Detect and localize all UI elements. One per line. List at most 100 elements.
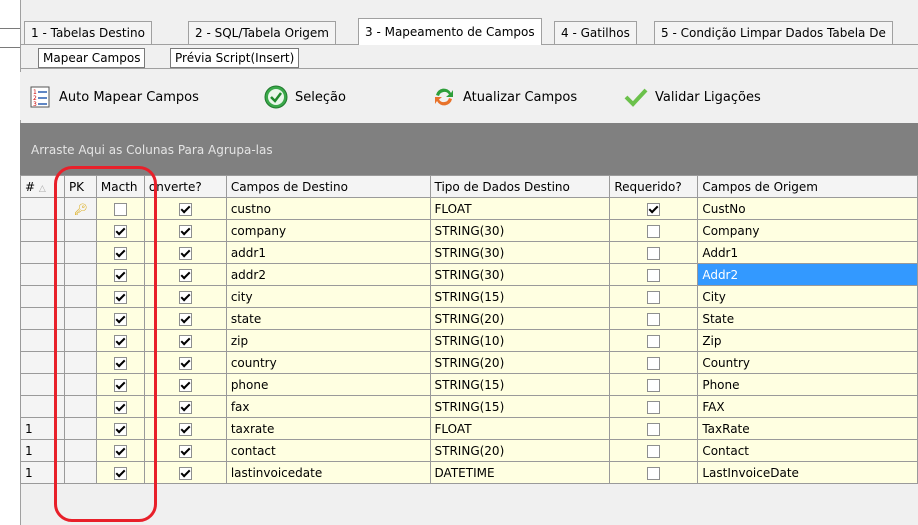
auto-map-button[interactable]: 1 2 3 Auto Mapear Campos xyxy=(28,84,199,110)
tab-sql-tabela-origem[interactable]: 2 - SQL/Tabela Origem xyxy=(188,21,336,44)
convert-checkbox[interactable] xyxy=(178,422,192,436)
origin-field-cell[interactable]: Company xyxy=(697,219,918,242)
dest-type-cell[interactable]: STRING(15) xyxy=(429,285,611,308)
convert-checkbox[interactable] xyxy=(178,268,192,282)
header-pk[interactable]: PK xyxy=(63,175,97,198)
dest-field-cell[interactable]: lastinvoicedate xyxy=(225,461,431,484)
match-checkbox[interactable] xyxy=(113,334,127,348)
match-checkbox[interactable] xyxy=(113,246,127,260)
required-checkbox[interactable] xyxy=(647,202,661,216)
dest-field-cell[interactable]: phone xyxy=(225,373,431,396)
convert-checkbox[interactable] xyxy=(178,224,192,238)
table-row[interactable]: zip STRING(10) Zip xyxy=(20,329,918,352)
table-row[interactable]: phone STRING(15) Phone xyxy=(20,373,918,396)
table-row[interactable]: 1 taxrate FLOAT TaxRate xyxy=(20,417,918,440)
header-match[interactable]: Macth xyxy=(95,175,145,198)
dest-field-cell[interactable]: country xyxy=(225,351,431,374)
convert-checkbox[interactable] xyxy=(178,444,192,458)
required-checkbox[interactable] xyxy=(647,334,661,348)
match-checkbox[interactable] xyxy=(113,312,127,326)
refresh-fields-button[interactable]: Atualizar Campos xyxy=(432,84,577,110)
tab-gatilhos[interactable]: 4 - Gatilhos xyxy=(554,21,637,44)
required-checkbox[interactable] xyxy=(647,422,661,436)
dest-type-cell[interactable]: DATETIME xyxy=(429,461,611,484)
table-row[interactable]: 1 lastinvoicedate DATETIME LastInvoiceDate xyxy=(20,461,918,484)
required-checkbox[interactable] xyxy=(647,356,661,370)
tab-condicao-limpar[interactable]: 5 - Condição Limpar Dados Tabela De xyxy=(654,21,893,44)
origin-field-cell[interactable]: Country xyxy=(697,351,918,374)
match-checkbox[interactable] xyxy=(113,466,127,480)
dest-field-cell[interactable]: custno xyxy=(225,197,431,220)
origin-field-cell[interactable]: City xyxy=(697,285,918,308)
match-checkbox[interactable] xyxy=(113,444,127,458)
origin-field-cell[interactable]: Addr2 xyxy=(697,263,918,286)
dest-type-cell[interactable]: STRING(10) xyxy=(429,329,611,352)
dest-field-cell[interactable]: taxrate xyxy=(225,417,431,440)
header-required[interactable]: Requerido? xyxy=(609,175,699,198)
required-checkbox[interactable] xyxy=(647,444,661,458)
required-checkbox[interactable] xyxy=(647,290,661,304)
table-row[interactable]: fax STRING(15) FAX xyxy=(20,395,918,418)
dest-field-cell[interactable]: contact xyxy=(225,439,431,462)
dest-field-cell[interactable]: addr2 xyxy=(225,263,431,286)
dest-type-cell[interactable]: STRING(30) xyxy=(429,219,611,242)
convert-checkbox[interactable] xyxy=(178,356,192,370)
match-checkbox[interactable] xyxy=(113,378,127,392)
match-checkbox[interactable] xyxy=(113,224,127,238)
table-row[interactable]: 🔑︎ custno FLOAT CustNo xyxy=(20,197,918,220)
selection-button[interactable]: Seleção xyxy=(264,84,346,110)
origin-field-cell[interactable]: CustNo xyxy=(697,197,918,220)
required-checkbox[interactable] xyxy=(647,400,661,414)
match-checkbox[interactable] xyxy=(113,202,127,216)
match-checkbox[interactable] xyxy=(113,268,127,282)
group-by-panel[interactable]: Arraste Aqui as Colunas Para Agrupa-las xyxy=(20,123,918,175)
header-dest-fields[interactable]: Campos de Destino xyxy=(225,175,431,198)
dest-field-cell[interactable]: zip xyxy=(225,329,431,352)
origin-field-cell[interactable]: Addr1 xyxy=(697,241,918,264)
dest-field-cell[interactable]: state xyxy=(225,307,431,330)
dest-type-cell[interactable]: STRING(20) xyxy=(429,351,611,374)
dest-type-cell[interactable]: STRING(15) xyxy=(429,395,611,418)
tab-tabelas-destino[interactable]: 1 - Tabelas Destino xyxy=(24,21,152,44)
dest-type-cell[interactable]: STRING(30) xyxy=(429,263,611,286)
table-row[interactable]: country STRING(20) Country xyxy=(20,351,918,374)
dest-type-cell[interactable]: STRING(20) xyxy=(429,439,611,462)
table-row[interactable]: addr1 STRING(30) Addr1 xyxy=(20,241,918,264)
match-checkbox[interactable] xyxy=(113,290,127,304)
convert-checkbox[interactable] xyxy=(178,290,192,304)
required-checkbox[interactable] xyxy=(647,224,661,238)
table-row[interactable]: city STRING(15) City xyxy=(20,285,918,308)
subtab-previa-script[interactable]: Prévia Script(Insert) xyxy=(170,48,300,68)
header-dest-type[interactable]: Tipo de Dados Destino xyxy=(429,175,611,198)
convert-checkbox[interactable] xyxy=(178,400,192,414)
dest-field-cell[interactable]: fax xyxy=(225,395,431,418)
validate-links-button[interactable]: Validar Ligações xyxy=(624,84,761,110)
dest-field-cell[interactable]: company xyxy=(225,219,431,242)
subtab-mapear-campos[interactable]: Mapear Campos xyxy=(38,48,146,68)
left-panel-field[interactable] xyxy=(0,28,20,48)
convert-checkbox[interactable] xyxy=(178,334,192,348)
origin-field-cell[interactable]: Contact xyxy=(697,439,918,462)
convert-checkbox[interactable] xyxy=(178,466,192,480)
header-convert[interactable]: onverte? xyxy=(143,175,227,198)
required-checkbox[interactable] xyxy=(647,312,661,326)
match-checkbox[interactable] xyxy=(113,422,127,436)
dest-type-cell[interactable]: STRING(30) xyxy=(429,241,611,264)
table-row[interactable]: state STRING(20) State xyxy=(20,307,918,330)
origin-field-cell[interactable]: State xyxy=(697,307,918,330)
origin-field-cell[interactable]: LastInvoiceDate xyxy=(697,461,918,484)
dest-type-cell[interactable]: FLOAT xyxy=(429,417,611,440)
required-checkbox[interactable] xyxy=(647,268,661,282)
header-row-number[interactable]: # △ xyxy=(20,175,65,198)
convert-checkbox[interactable] xyxy=(178,312,192,326)
dest-field-cell[interactable]: city xyxy=(225,285,431,308)
convert-checkbox[interactable] xyxy=(178,378,192,392)
table-row[interactable]: addr2 STRING(30) Addr2 xyxy=(20,263,918,286)
match-checkbox[interactable] xyxy=(113,400,127,414)
convert-checkbox[interactable] xyxy=(178,246,192,260)
dest-type-cell[interactable]: STRING(20) xyxy=(429,307,611,330)
required-checkbox[interactable] xyxy=(647,378,661,392)
required-checkbox[interactable] xyxy=(647,246,661,260)
dest-type-cell[interactable]: FLOAT xyxy=(429,197,611,220)
table-row[interactable]: 1 contact STRING(20) Contact xyxy=(20,439,918,462)
